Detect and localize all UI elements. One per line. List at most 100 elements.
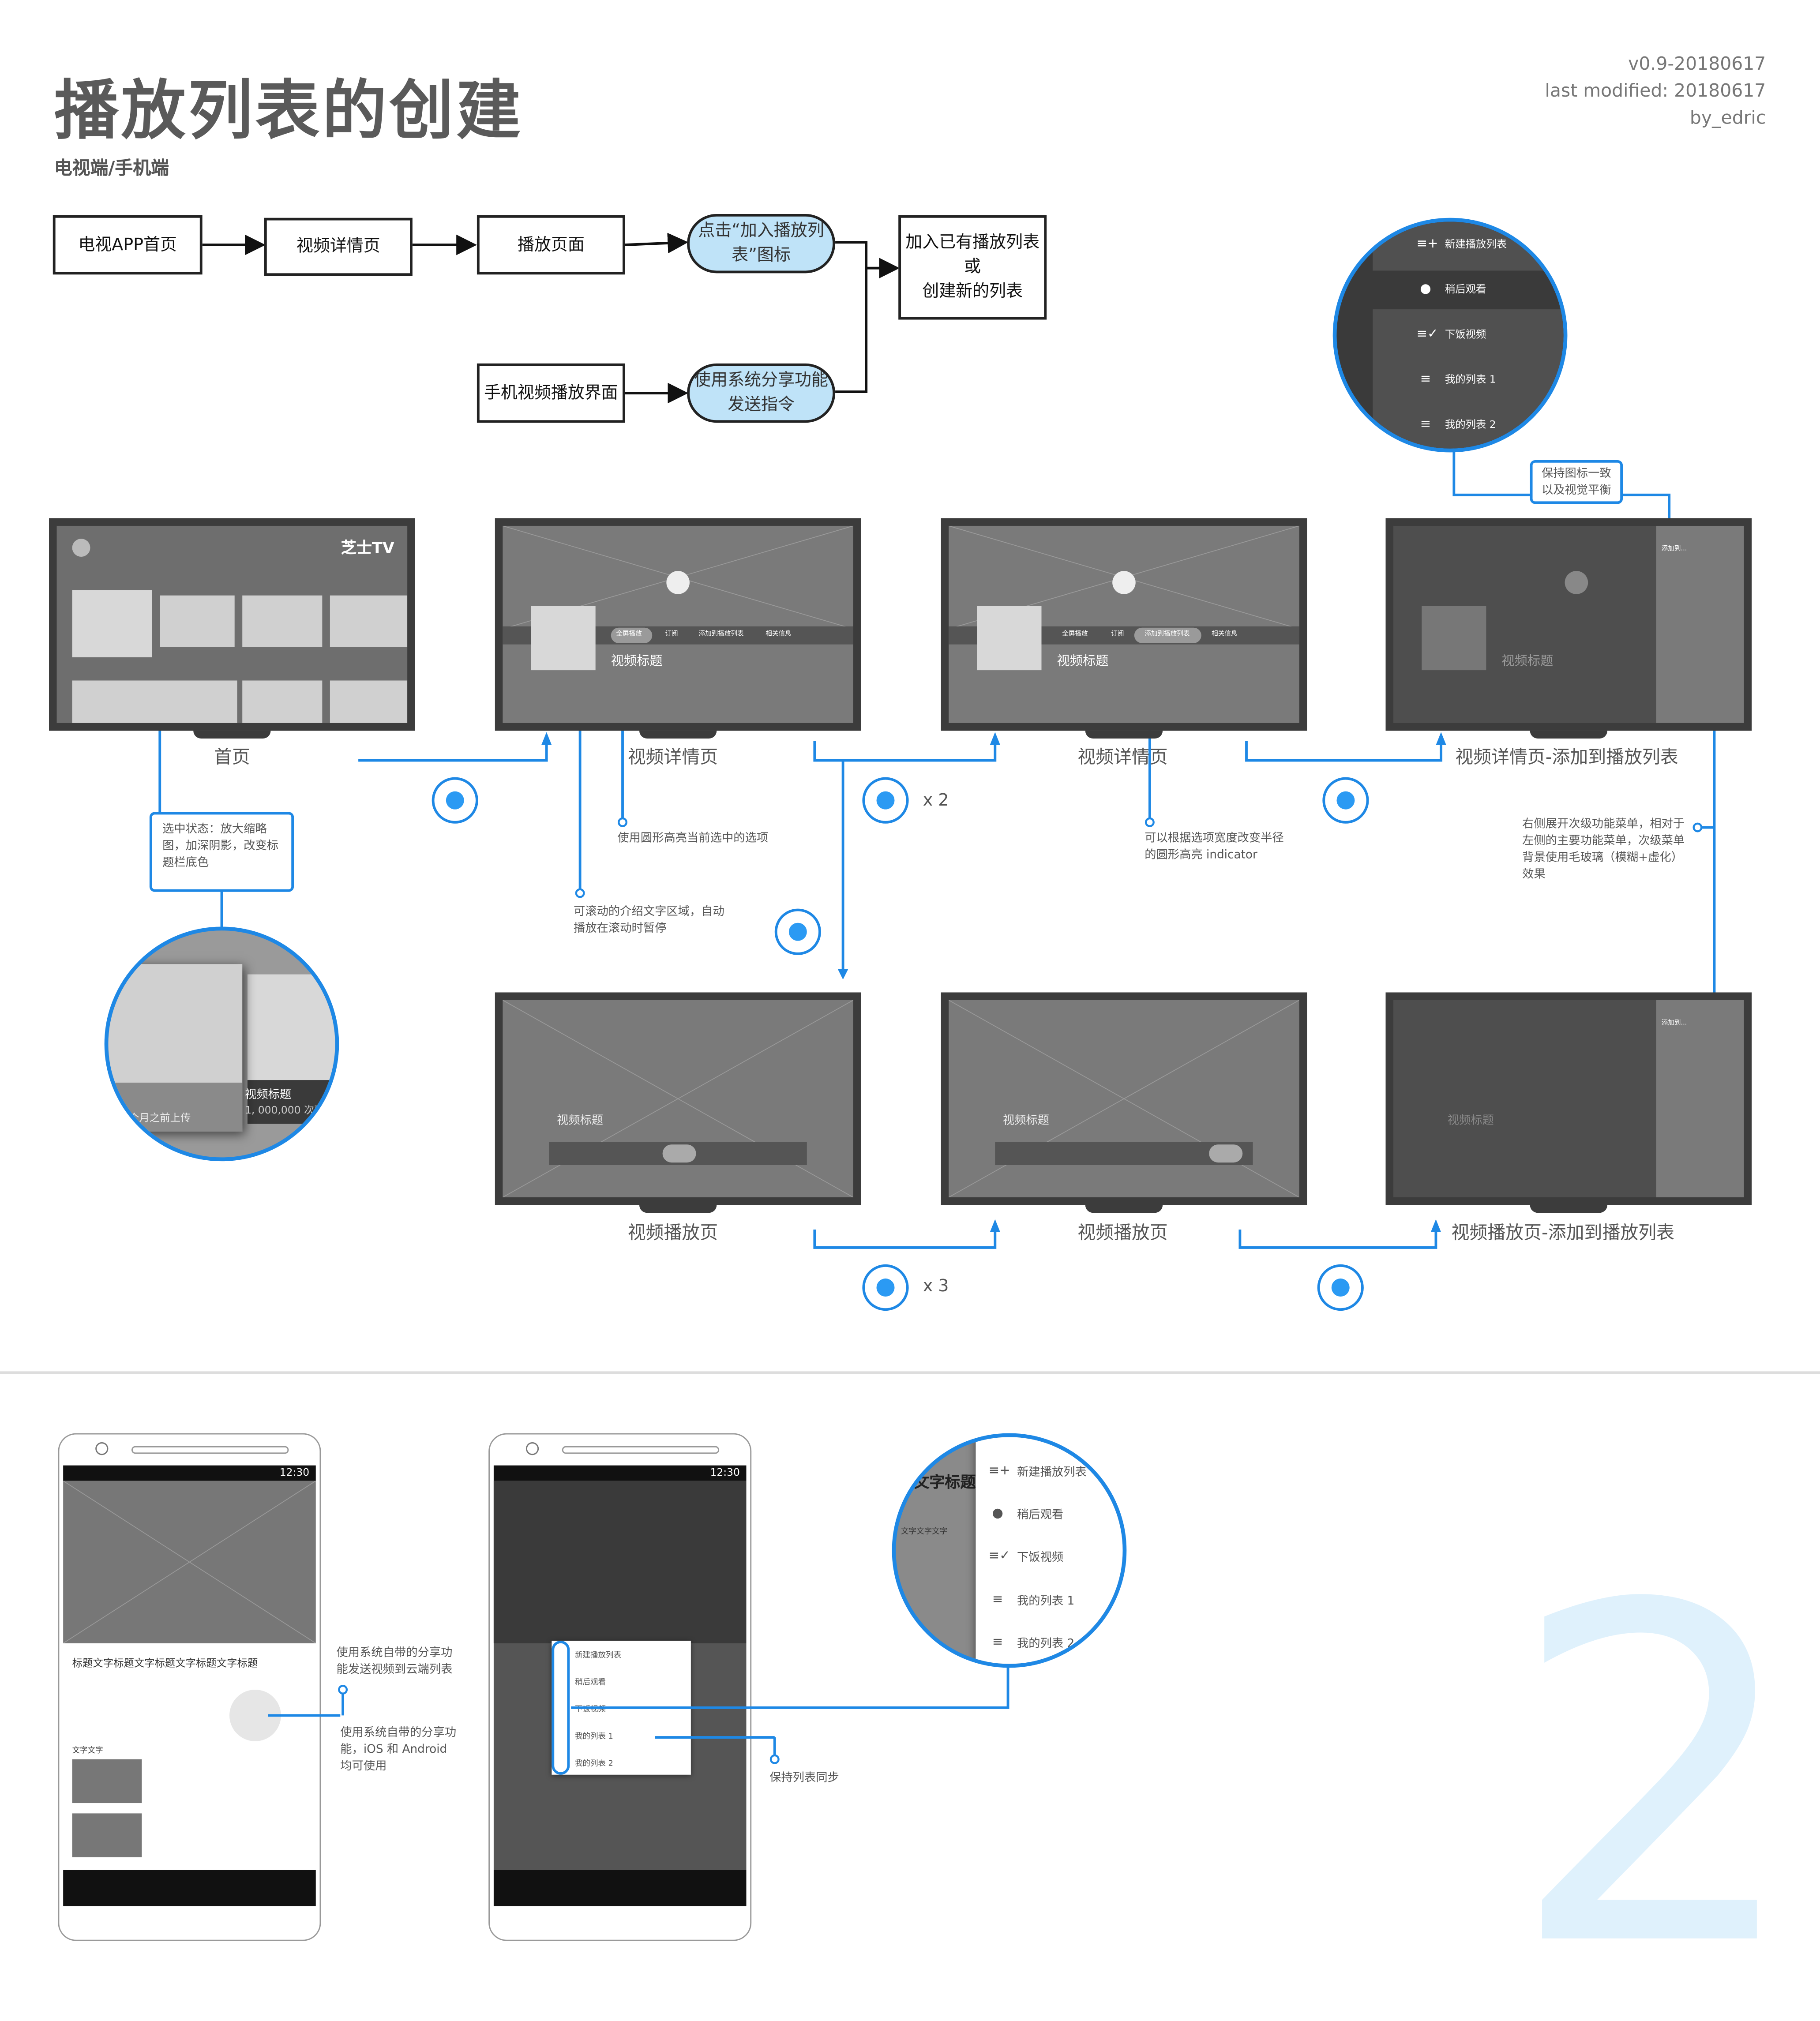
menu-item-list1[interactable]: ≡ 我的列表 1 [1417, 372, 1496, 386]
dpad-icon [1317, 1264, 1364, 1311]
note-sync: 保持列表同步 [769, 1772, 839, 1785]
flow-share: 使用系统分享功能发送指令 [687, 363, 836, 423]
status-time: 12:30 [710, 1466, 740, 1478]
tv-player-1: 视频标题 [495, 992, 861, 1213]
panel-title: 添加到... [1661, 545, 1687, 553]
side-panel [1656, 1000, 1744, 1197]
tab-info[interactable]: 相关信息 [766, 629, 791, 638]
tv-detail-1: 全屏播放 订阅 添加到播放列表 相关信息 视频标题 [495, 518, 861, 739]
flow-click-add: 点击“加入播放列表”图标 [687, 214, 836, 274]
flow-mobile: 手机视频播放界面 [477, 363, 625, 423]
thumb[interactable] [160, 595, 235, 647]
zoom-menu-list2[interactable]: ≡ 我的列表 2 [989, 1634, 1074, 1651]
repeat-x3: x 3 [923, 1277, 949, 1297]
flow-home: 电视APP首页 [53, 215, 203, 275]
zoom-thumb-circle: 视频标题 1, 000,000 次观 个月之前上传 [104, 926, 339, 1162]
tv-detail-add: 视频标题 添加到... [1385, 518, 1752, 739]
video-title: 视频标题 [1447, 1115, 1494, 1128]
tab-subscribe[interactable]: 订阅 [1111, 629, 1124, 638]
tv-detail-2: 全屏播放 订阅 添加到播放列表 相关信息 视频标题 [941, 518, 1307, 739]
zoom-menu-circle: ≡+ 新建播放列表 ● 稍后观看 ≡✓ 下饭视频 ≡ 我的列表 1 ≡ 我的列表 2 [1332, 217, 1568, 453]
section-divider [0, 1371, 1820, 1374]
clock-icon: ● [992, 1507, 1003, 1521]
side-panel [1656, 525, 1744, 723]
menu-item-meal[interactable]: ≡✓ 下饭视频 [1417, 327, 1486, 341]
caption-player-1: 视频播放页 [627, 1223, 718, 1244]
tv-home: 芝士TV [49, 518, 415, 739]
caption-player-2: 视频播放页 [1077, 1223, 1168, 1244]
repeat-x2: x 2 [923, 791, 949, 811]
dpad-icon [1322, 777, 1369, 824]
add-playlist-button[interactable] [1209, 1144, 1243, 1163]
menu-item-later[interactable]: ● 稍后观看 [1417, 282, 1486, 296]
flow-player: 播放页面 [477, 215, 625, 275]
zoom-menu-list1[interactable]: ≡ 我的列表 1 [989, 1592, 1074, 1609]
playlist-icon: ≡ [992, 1635, 1003, 1650]
thumb-selected[interactable] [72, 590, 152, 657]
video-title: 视频标题 [1057, 655, 1109, 669]
video-title: 视频标题 [611, 655, 663, 669]
menu-item-new[interactable]: ≡+ 新建播放列表 [1417, 237, 1507, 251]
tab-fullscreen[interactable]: 全屏播放 [616, 629, 642, 638]
thumb-views: 1, 000,000 次观 [245, 1104, 325, 1116]
note-indicator: 可以根据选项宽度改变半径的圆形高亮 indicator [1145, 832, 1284, 862]
thumb[interactable] [242, 680, 323, 723]
playlist-icon: ≡ [992, 1593, 1003, 1607]
menu-item-list2[interactable]: ≡ 我的列表 2 [1417, 418, 1496, 432]
thumb[interactable] [242, 595, 323, 647]
thumb-time: 个月之前上传 [129, 1112, 191, 1124]
tab-fullscreen[interactable]: 全屏播放 [1062, 629, 1088, 638]
note-circle-highlight: 使用圆形高亮当前选中的选项 [617, 832, 769, 846]
thumb[interactable] [330, 595, 408, 647]
note-scroll-text: 可滚动的介绍文字区域，自动播放在滚动时暂停 [574, 906, 724, 936]
zoom-menu-new[interactable]: ≡+ 新建播放列表 [989, 1463, 1087, 1480]
video-title: 视频标题 [1002, 1115, 1050, 1128]
thumb-title: 视频标题 [245, 1089, 292, 1102]
play-icon [1565, 571, 1588, 594]
zoom-menu-later[interactable]: ● 稍后观看 [989, 1505, 1063, 1522]
note-right-panel: 右侧展开次级功能菜单，相对于左侧的主要功能菜单，次级菜单背景使用毛玻璃（模糊+虚… [1522, 818, 1685, 882]
poster [1422, 606, 1486, 671]
tv-player-2: 视频标题 [941, 992, 1307, 1213]
caption-detail-1: 视频详情页 [627, 747, 718, 769]
dpad-icon [432, 777, 478, 824]
tab-info[interactable]: 相关信息 [1212, 629, 1237, 638]
clock-icon: ● [1420, 282, 1431, 296]
caption-detail-add: 视频详情页-添加到播放列表 [1455, 747, 1678, 769]
page: 播放列表的创建 电视端/手机端 v0.9-20180617 last modif… [0, 0, 1820, 2021]
tab-add-playlist[interactable]: 添加到播放列表 [1145, 629, 1190, 638]
playlist-icon: ≡ [1420, 417, 1431, 432]
thumb[interactable] [72, 680, 237, 723]
tab-add-playlist[interactable]: 添加到播放列表 [698, 629, 743, 638]
zoom-menu-meal[interactable]: ≡✓ 下饭视频 [989, 1548, 1063, 1565]
caption-detail-2: 视频详情页 [1077, 747, 1168, 769]
nav-bar [63, 1870, 316, 1906]
play-icon[interactable] [1112, 571, 1136, 594]
flow-detail: 视频详情页 [264, 217, 413, 276]
playlist-check-icon: ≡✓ [1416, 327, 1438, 342]
poster [977, 606, 1042, 671]
caption-player-add: 视频播放页-添加到播放列表 [1451, 1223, 1675, 1244]
note-selected: 选中状态：放大缩略图，加深阴影，改变标题栏底色 [149, 812, 294, 892]
video-title: 视频标题 [557, 1115, 604, 1128]
poster [531, 606, 596, 671]
video-title: 视频标题 [1501, 655, 1554, 669]
thumb[interactable] [330, 680, 408, 723]
phone-connectors [268, 1665, 1009, 1764]
dpad-icon [774, 908, 821, 955]
flow-result: 加入已有播放列表 或 创建新的列表 [898, 215, 1047, 320]
page-number: 2 [1508, 1508, 1804, 2021]
pause-button[interactable] [662, 1144, 696, 1163]
tv-brand: 芝士TV [341, 539, 394, 557]
nav-bar [493, 1870, 747, 1906]
tab-subscribe[interactable]: 订阅 [665, 629, 678, 638]
panel-title: 添加到... [1661, 1019, 1687, 1027]
play-icon[interactable] [666, 571, 690, 594]
playlist-check-icon: ≡✓ [988, 1549, 1010, 1564]
playlist-add-icon: ≡+ [1416, 237, 1438, 251]
caption-home: 首页 [214, 747, 250, 769]
playlist-icon: ≡ [1420, 372, 1431, 387]
search-icon[interactable] [72, 539, 90, 557]
dpad-icon [862, 1264, 909, 1311]
dpad-icon [862, 777, 909, 824]
